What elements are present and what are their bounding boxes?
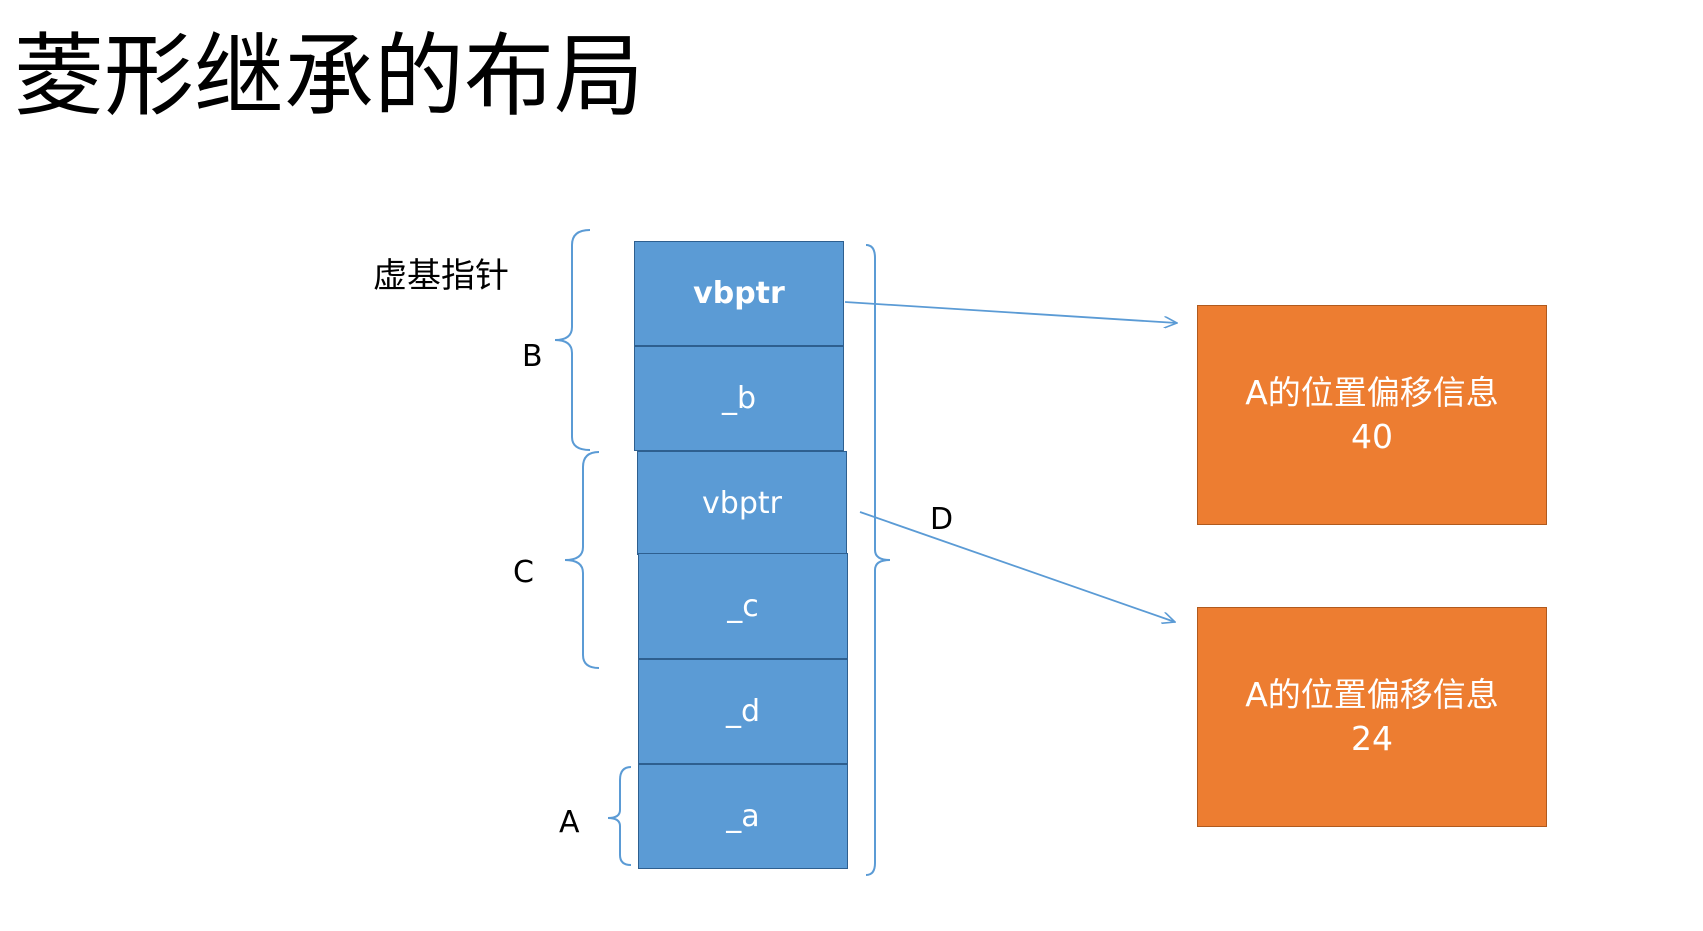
- offset-box-b-text: A的位置偏移信息: [1245, 373, 1499, 412]
- label-b: B: [522, 339, 543, 374]
- cell-c-member: _c: [638, 553, 848, 659]
- cell-b-member: _b: [634, 346, 844, 451]
- offset-box-c: A的位置偏移信息 24: [1197, 607, 1547, 827]
- arrow-b-vbptr: [844, 301, 1177, 323]
- offset-box-c-value: 24: [1351, 719, 1393, 758]
- offset-box-b: A的位置偏移信息 40: [1197, 305, 1547, 525]
- brace-c: [564, 451, 600, 669]
- cell-b-vbptr: vbptr: [634, 241, 844, 346]
- label-d: D: [930, 502, 954, 537]
- cell-d-member: _d: [638, 659, 848, 764]
- label-c: C: [513, 555, 534, 590]
- cell-a-member: _a: [638, 764, 848, 869]
- brace-a: [607, 766, 632, 866]
- cell-c-vbptr: vbptr: [637, 451, 847, 555]
- virtual-base-pointer-label: 虚基指针: [373, 256, 509, 296]
- offset-box-b-value: 40: [1351, 417, 1393, 456]
- label-a: A: [559, 805, 580, 840]
- brace-d: [865, 244, 891, 876]
- arrow-c-vbptr: [859, 511, 1175, 622]
- offset-box-c-text: A的位置偏移信息: [1245, 675, 1499, 714]
- brace-b: [554, 229, 591, 451]
